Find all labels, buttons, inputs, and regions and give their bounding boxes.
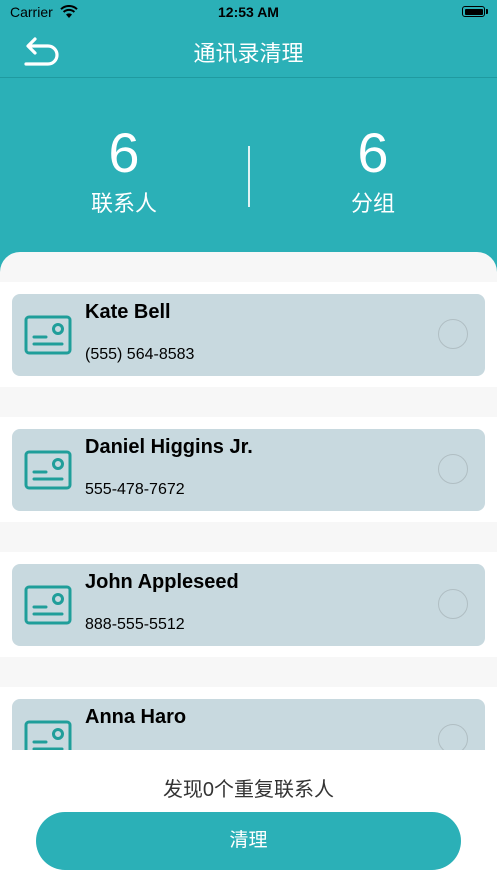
- select-radio[interactable]: [438, 724, 468, 750]
- status-bar: Carrier 12:53 AM: [0, 0, 497, 26]
- contact-card[interactable]: Anna Haro: [12, 699, 485, 750]
- contact-card-icon: [24, 315, 72, 355]
- battery-tip: [486, 9, 488, 14]
- contact-name: Anna Haro: [85, 706, 187, 728]
- contacts-label: 联系人: [90, 191, 157, 216]
- status-time: 12:53 AM: [218, 4, 279, 20]
- contact-card-icon: [24, 585, 72, 625]
- contact-card[interactable]: Daniel Higgins Jr. 555-478-7672: [12, 429, 485, 511]
- contact-list[interactable]: Kate Bell (555) 564-8583 Daniel Higgins …: [0, 252, 497, 750]
- contact-name: Kate Bell: [85, 301, 171, 323]
- contacts-stat: 6 联系人: [0, 124, 248, 218]
- groups-label: 分组: [350, 191, 395, 216]
- groups-stat: 6 分组: [249, 124, 497, 218]
- contact-phone: (555) 564-8583: [85, 346, 195, 363]
- contact-phone: 555-478-7672: [85, 481, 185, 498]
- contact-card-icon: [24, 450, 72, 490]
- contact-card-icon: [24, 720, 72, 750]
- duplicate-count-text: 发现0个重复联系人: [162, 779, 335, 801]
- groups-count: 6: [357, 121, 389, 184]
- contact-card[interactable]: Kate Bell (555) 564-8583: [12, 294, 485, 376]
- contact-phone: 888-555-5512: [85, 616, 185, 633]
- select-radio[interactable]: [438, 589, 468, 619]
- page-title: 通讯录清理: [193, 41, 304, 66]
- contacts-count: 6: [108, 121, 140, 184]
- select-radio[interactable]: [438, 319, 468, 349]
- clean-button[interactable]: 清理: [36, 812, 461, 870]
- contact-card[interactable]: John Appleseed 888-555-5512: [12, 564, 485, 646]
- select-radio[interactable]: [438, 454, 468, 484]
- contact-name: Daniel Higgins Jr.: [85, 436, 253, 458]
- battery-icon: [462, 6, 485, 17]
- contact-name: John Appleseed: [85, 571, 239, 593]
- nav-divider: [0, 77, 497, 78]
